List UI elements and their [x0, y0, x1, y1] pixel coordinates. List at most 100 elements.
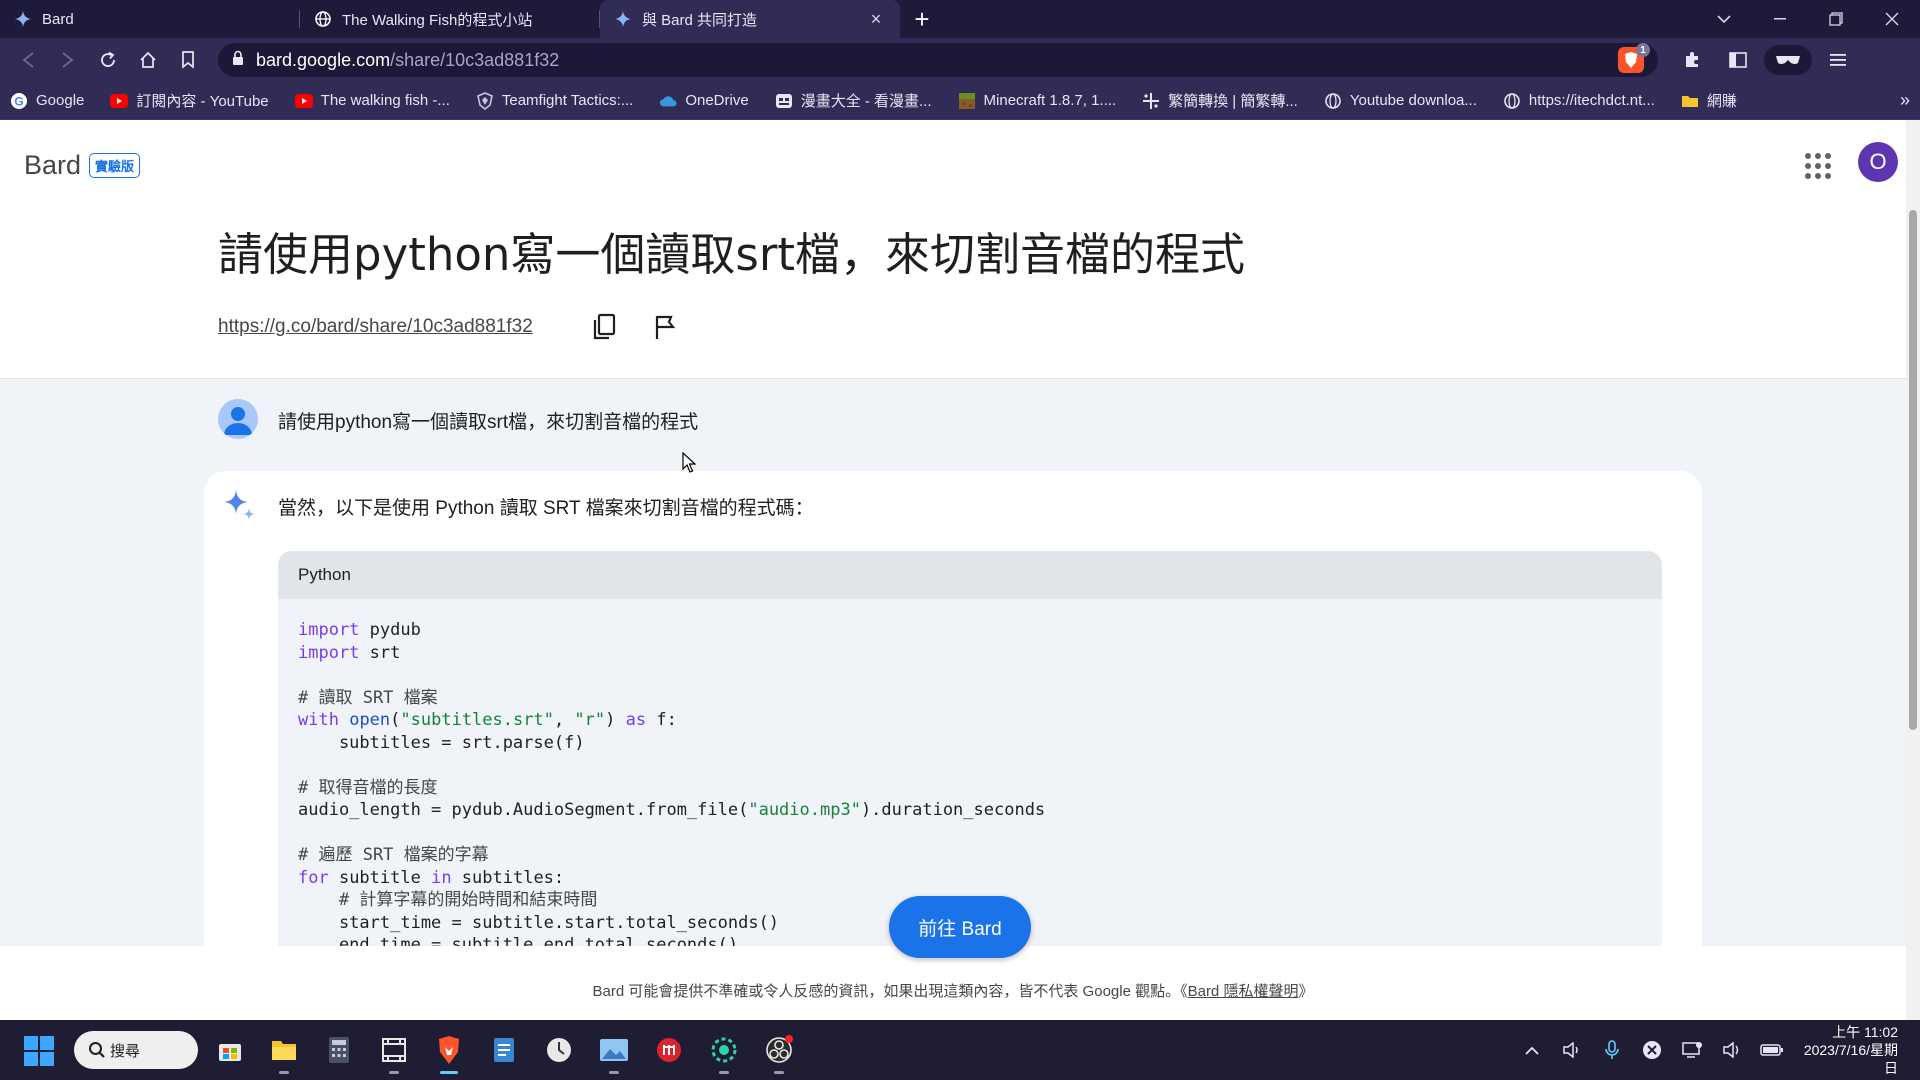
- code-block[interactable]: Python import pydub import srt # 讀取 SRT 檔…: [278, 551, 1662, 946]
- user-prompt: 請使用python寫一個讀取srt檔，來切割音檔的程式: [278, 412, 699, 433]
- share-link[interactable]: https://g.co/bard/share/10c3ad881f32: [218, 316, 533, 338]
- url-path: /share/10c3ad881f32: [390, 49, 560, 70]
- windows-taskbar: 搜尋 上午 11:02 2023/7/16/星期日: [0, 1020, 1920, 1080]
- bard-share-page: Bard 實驗版 O 請使用python寫一個讀取srt檔，來切割音檔的程式 h…: [0, 120, 1920, 1020]
- code-line: # 取得音檔的長度: [298, 777, 438, 798]
- sparkle-dots-icon: [1142, 92, 1160, 110]
- minimize-icon[interactable]: [1752, 0, 1808, 38]
- bookmark-manga[interactable]: 漫畫大全 - 看漫畫...: [775, 90, 932, 111]
- manga-icon: [775, 92, 793, 110]
- close-tab-icon[interactable]: ×: [866, 9, 886, 30]
- goto-bard-button[interactable]: 前往 Bard: [889, 896, 1031, 958]
- brave-shields-button[interactable]: 1: [1618, 43, 1650, 73]
- copy-icon[interactable]: [590, 312, 618, 342]
- report-flag-icon[interactable]: [651, 312, 679, 342]
- bookmark-teamfight-tactics[interactable]: Teamfight Tactics:...: [476, 91, 633, 110]
- back-button[interactable]: [8, 42, 48, 78]
- bookmark-folder-earn[interactable]: 網賺: [1681, 90, 1737, 111]
- brave-browser-icon[interactable]: [431, 1032, 467, 1074]
- code-content[interactable]: import pydub import srt # 讀取 SRT 檔案 with o…: [278, 599, 1662, 946]
- red-app-icon[interactable]: [651, 1032, 687, 1068]
- bookmarks-bar: G Google 訂閱內容 - YouTube The walking fish…: [0, 82, 1920, 120]
- network-icon[interactable]: [1672, 1020, 1712, 1080]
- clock-app-icon[interactable]: [541, 1032, 577, 1068]
- globe-icon: [1503, 92, 1521, 110]
- youtube-icon: [294, 92, 313, 110]
- shield-crest-icon: [476, 91, 494, 110]
- bard-sparkle-icon: [14, 10, 32, 28]
- cloud-icon: [659, 92, 677, 110]
- bard-sparkle-icon: [614, 10, 632, 28]
- forward-button[interactable]: [48, 42, 88, 78]
- menu-hamburger-icon[interactable]: [1818, 42, 1858, 78]
- code-line: with open("subtitles.srt", "r") as f:: [298, 710, 677, 730]
- disclaimer: Bard 可能會提供不準確或令人反感的資訊，如果出現這類內容，皆不代表 Goog…: [592, 983, 1314, 1000]
- bard-sparkle-icon: [222, 487, 258, 523]
- page-scrollbar[interactable]: [1906, 120, 1920, 1020]
- folder-icon: [1681, 92, 1699, 110]
- windows-start-icon[interactable]: [24, 1036, 54, 1066]
- google-apps-icon[interactable]: [1804, 152, 1832, 180]
- green-circle-app-icon[interactable]: [706, 1032, 742, 1074]
- store-icon[interactable]: [212, 1032, 248, 1068]
- new-tab-button[interactable]: +: [900, 0, 944, 38]
- privacy-link[interactable]: Bard 隱私權聲明: [1188, 983, 1299, 1000]
- bookmark-itechdct[interactable]: https://itechdct.nt...: [1503, 92, 1655, 110]
- bard-logo[interactable]: Bard 實驗版: [24, 150, 141, 181]
- restore-icon[interactable]: [1808, 0, 1864, 38]
- photos-icon[interactable]: [596, 1032, 632, 1074]
- experiment-badge: 實驗版: [89, 153, 141, 178]
- bookmark-onedrive[interactable]: OneDrive: [659, 92, 749, 110]
- sidebar-toggle-icon[interactable]: [1718, 42, 1758, 78]
- close-window-icon[interactable]: [1864, 0, 1920, 38]
- bookmark-zh-converter[interactable]: 繁簡轉換 | 簡繁轉...: [1142, 90, 1298, 111]
- code-line: import pydub: [298, 620, 421, 640]
- bookmark-youtube-subscriptions[interactable]: 訂閱內容 - YouTube: [110, 90, 269, 111]
- close-circle-icon[interactable]: [1632, 1020, 1672, 1080]
- lock-icon: [232, 50, 244, 71]
- tab-bard[interactable]: Bard: [0, 0, 300, 38]
- scrollbar-thumb[interactable]: [1909, 210, 1917, 730]
- file-explorer-icon[interactable]: [266, 1032, 302, 1074]
- obs-icon[interactable]: [761, 1032, 797, 1074]
- tab-search-chevron-icon[interactable]: [1696, 0, 1752, 38]
- bookmarks-overflow-button[interactable]: »: [1900, 90, 1910, 111]
- microphone-icon[interactable]: [1592, 1020, 1632, 1080]
- conversation-area: 請使用python寫一個讀取srt檔，來切割音檔的程式 當然，以下是使用 Pyt…: [0, 378, 1906, 946]
- svg-text:G: G: [14, 94, 23, 108]
- tab-walking-fish[interactable]: The Walking Fish的程式小站: [300, 0, 600, 38]
- address-bar[interactable]: bard.google.com/share/10c3ad881f32 1: [218, 43, 1658, 77]
- wallet-glasses-icon[interactable]: [1764, 45, 1812, 75]
- browser-toolbar: bard.google.com/share/10c3ad881f32 1: [0, 38, 1920, 82]
- volume-icon[interactable]: [1712, 1020, 1752, 1080]
- bookmark-youtube-downloader[interactable]: Youtube downloa...: [1324, 92, 1477, 110]
- tab-label: 與 Bard 共同打造: [642, 11, 758, 29]
- logo-text: Bard: [24, 150, 82, 180]
- video-editor-icon[interactable]: [376, 1032, 412, 1074]
- code-language-label: Python: [278, 551, 1662, 599]
- bookmark-google[interactable]: G Google: [10, 92, 84, 110]
- taskbar-search[interactable]: 搜尋: [74, 1031, 198, 1069]
- battery-icon[interactable]: [1752, 1020, 1792, 1080]
- calculator-icon[interactable]: [321, 1032, 357, 1068]
- response-intro: 當然，以下是使用 Python 讀取 SRT 檔案來切割音檔的程式碼：: [278, 498, 814, 519]
- speaker-icon[interactable]: [1552, 1020, 1592, 1080]
- bookmark-minecraft[interactable]: Minecraft 1.8.7, 1....: [958, 92, 1116, 110]
- clock-time: 上午 11:02: [1832, 1024, 1898, 1040]
- reload-button[interactable]: [88, 42, 128, 78]
- bookmark-button[interactable]: [168, 42, 208, 78]
- code-line: # 遍歷 SRT 檔案的字幕: [298, 845, 489, 865]
- taskbar-clock[interactable]: 上午 11:02 2023/7/16/星期日: [1792, 1023, 1920, 1077]
- bookmark-walking-fish[interactable]: The walking fish -...: [294, 92, 450, 110]
- tray-chevron-up-icon[interactable]: [1512, 1020, 1552, 1080]
- home-button[interactable]: [128, 42, 168, 78]
- account-avatar[interactable]: O: [1858, 142, 1898, 182]
- tab-bard-share[interactable]: 與 Bard 共同打造 ×: [600, 0, 900, 38]
- page-title: 請使用python寫一個讀取srt檔，來切割音檔的程式: [218, 228, 1246, 281]
- extensions-puzzle-icon[interactable]: [1672, 42, 1712, 78]
- notepad-icon[interactable]: [486, 1032, 522, 1068]
- tab-label: Bard: [42, 10, 74, 28]
